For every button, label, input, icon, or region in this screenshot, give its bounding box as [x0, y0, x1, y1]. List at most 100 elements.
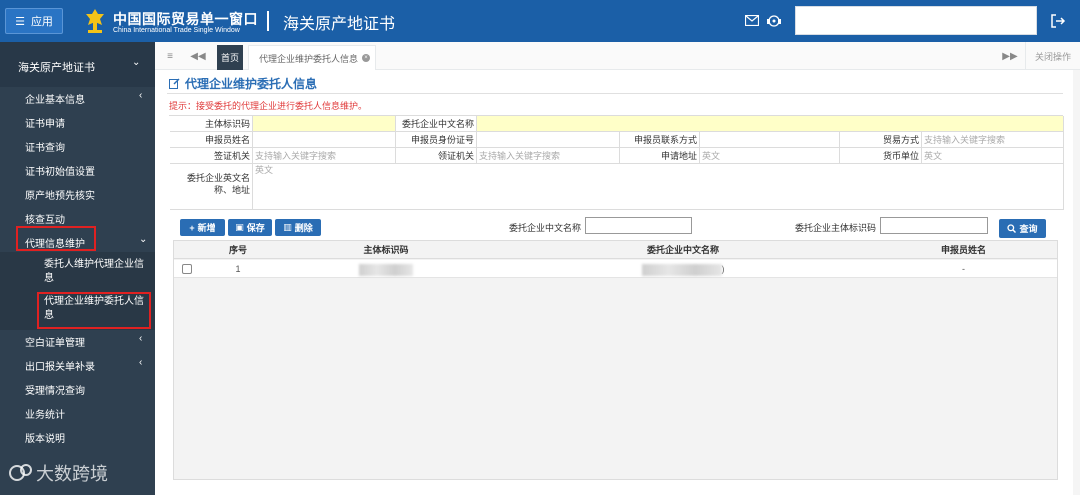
search-icon — [1007, 224, 1017, 233]
chevron-down-icon: ⌄ — [132, 57, 141, 68]
page-title-text: 代理企业维护委托人信息 — [185, 77, 318, 91]
tab-label: 代理企业维护委托人信息 — [259, 53, 359, 64]
row-checkbox[interactable] — [182, 264, 192, 274]
save-button[interactable]: ▣ 保存 — [228, 219, 272, 236]
brand-name-cn: 中国国际贸易单一窗口 — [113, 11, 258, 27]
close-operations-button[interactable]: 关闭操作 — [1025, 42, 1080, 70]
chevron-down-icon: ⌄ — [139, 234, 148, 245]
scrollbar[interactable] — [1073, 70, 1080, 495]
column-header: 申报员姓名 — [870, 241, 1057, 259]
plus-icon: + — [189, 222, 195, 233]
sidebar-item-version-notes[interactable]: 版本说明 — [0, 425, 155, 447]
sidebar-item-label: 出口报关单补录 — [25, 362, 95, 373]
logout-icon[interactable] — [1050, 13, 1066, 29]
top-header: ☰ 应用 中国国际贸易单一窗口 China International Trad… — [0, 0, 1080, 42]
visa-org-field[interactable]: 支持输入关键字搜索 — [253, 148, 396, 164]
module-title: 海关原产地证书 — [283, 16, 396, 33]
sidebar-module-label: 海关原产地证书 — [18, 62, 95, 74]
declarant-contact-field[interactable] — [700, 132, 840, 148]
customer-service-icon[interactable] — [766, 13, 782, 29]
sidebar-item-company-info[interactable]: 企业基本信息 ‹ — [0, 86, 155, 108]
redacted-value — [641, 263, 722, 276]
delete-button[interactable]: ▥ 删除 — [275, 219, 321, 236]
sidebar-item-cert-apply[interactable]: 证书申请 — [0, 110, 155, 132]
table-cell-index: 1 — [200, 260, 276, 278]
trade-mode-field[interactable]: 支持输入关键字搜索 — [922, 132, 1064, 148]
column-header: 序号 — [200, 241, 276, 259]
results-table: 序号 主体标识码 委托企业中文名称 申报员姓名 1 ) - — [173, 240, 1058, 480]
main-id-label: 主体标识码 — [170, 116, 253, 132]
sidebar-subitem-label: 委托人维护代理企业信息 — [44, 259, 144, 284]
sidebar-item-blank-cert[interactable]: 空白证单管理 ‹ — [0, 329, 155, 351]
sidebar-item-label: 核查互动 — [25, 215, 65, 226]
sidebar-item-label: 企业基本信息 — [25, 95, 85, 106]
hamburger-icon[interactable]: ≡ — [161, 42, 179, 70]
redacted-value — [359, 263, 413, 276]
sidebar-item-label: 版本说明 — [25, 434, 65, 445]
column-header: 主体标识码 — [276, 241, 496, 259]
sidebar-item-label: 空白证单管理 — [25, 338, 85, 349]
sidebar-subitem-principal-maintain-agent[interactable]: 委托人维护代理企业信息 — [0, 252, 155, 292]
entrust-cn-name-field[interactable] — [477, 116, 1064, 132]
query-main-id-input[interactable] — [880, 217, 988, 234]
sidebar-item-label: 证书查询 — [25, 143, 65, 154]
sidebar-item-acceptance-query[interactable]: 受理情况查询 — [0, 377, 155, 399]
mail-icon[interactable] — [745, 15, 759, 26]
save-icon: ▣ — [235, 222, 244, 232]
table-cell-cn-name: ) — [496, 260, 870, 278]
chevron-left-icon: ‹ — [139, 333, 143, 344]
header-search-input[interactable] — [795, 6, 1037, 35]
declarant-contact-label: 申报员联系方式 — [620, 132, 700, 148]
trade-mode-label: 贸易方式 — [840, 132, 922, 148]
search-button-label: 查询 — [1019, 224, 1038, 234]
sidebar-module-header[interactable]: 海关原产地证书 ⌄ — [0, 42, 155, 87]
sidebar-item-verify-interaction[interactable]: 核查互动 — [0, 206, 155, 228]
declarant-name-field[interactable] — [253, 132, 396, 148]
sidebar-item-label: 原产地预先核实 — [25, 191, 95, 202]
save-button-label: 保存 — [246, 223, 265, 233]
column-header: 委托企业中文名称 — [496, 241, 870, 259]
tab-agent-maintain-principal[interactable]: 代理企业维护委托人信息 × — [248, 45, 376, 70]
tip-text: 提示：接受委托的代理企业进行委托人信息维护。 — [169, 101, 368, 111]
entrust-en-textarea[interactable]: 英文 — [253, 164, 1064, 210]
add-button[interactable]: + 新增 — [180, 219, 225, 236]
sidebar-item-origin-precheck[interactable]: 原产地预先核实 — [0, 182, 155, 204]
search-button[interactable]: 查询 — [999, 219, 1046, 238]
main-id-field[interactable] — [253, 116, 396, 132]
query-cn-name-label: 委托企业中文名称 — [509, 223, 582, 233]
sidebar-item-label: 证书申请 — [25, 119, 65, 130]
tab-scroll-left-icon[interactable]: ◀◀ — [189, 42, 207, 70]
tab-scroll-right-icon[interactable]: ▶▶ — [1001, 42, 1019, 70]
trash-icon: ▥ — [283, 222, 292, 232]
currency-field[interactable]: 英文 — [922, 148, 1064, 164]
query-cn-name-input[interactable] — [585, 217, 692, 234]
add-button-label: 新增 — [197, 223, 216, 233]
sidebar-item-business-stats[interactable]: 业务统计 — [0, 401, 155, 423]
cert-org-field[interactable]: 支持输入关键字搜索 — [477, 148, 620, 164]
declarant-id-field[interactable] — [477, 132, 620, 148]
page-title: 代理企业维护委托人信息 — [169, 75, 317, 92]
tab-home[interactable]: 首页 — [217, 45, 243, 70]
brand-name-en: China International Trade Single Window — [113, 27, 240, 34]
sidebar-item-cert-query[interactable]: 证书查询 — [0, 134, 155, 156]
highlight-box — [37, 292, 151, 329]
apply-address-label: 申请地址 — [620, 148, 700, 164]
app-menu-label: 应用 — [30, 16, 53, 28]
edit-icon — [169, 78, 180, 89]
chevron-left-icon: ‹ — [139, 90, 143, 101]
main-content: 代理企业维护委托人信息 提示：接受委托的代理企业进行委托人信息维护。 主体标识码… — [155, 70, 1073, 495]
table-cell-declarant: - — [870, 260, 1057, 278]
entrust-en-label: 委托企业英文名称、地址 — [170, 164, 253, 210]
sidebar-item-label: 证书初始值设置 — [25, 167, 95, 178]
customs-emblem-icon — [86, 9, 104, 33]
sidebar-item-export-supplement[interactable]: 出口报关单补录 ‹ — [0, 353, 155, 375]
app-menu-button[interactable]: ☰ 应用 — [5, 8, 63, 34]
visa-org-label: 签证机关 — [170, 148, 253, 164]
delete-button-label: 删除 — [294, 223, 313, 233]
close-icon[interactable]: × — [362, 54, 371, 62]
sidebar-item-cert-init[interactable]: 证书初始值设置 — [0, 158, 155, 180]
cn-name-suffix: ) — [721, 264, 725, 274]
apply-address-field[interactable]: 英文 — [700, 148, 840, 164]
select-all-header — [174, 241, 200, 259]
sidebar: 海关原产地证书 ⌄ 企业基本信息 ‹ 证书申请 证书查询 证书初始值设置 原产地… — [0, 42, 155, 495]
